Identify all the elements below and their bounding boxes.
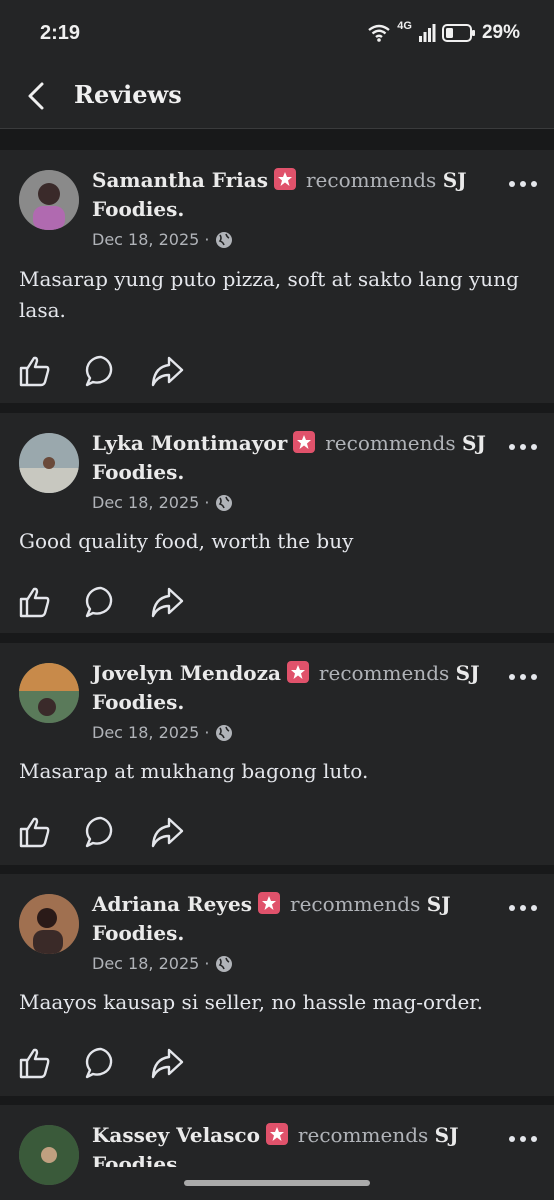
recommend-badge-icon bbox=[286, 661, 309, 683]
more-options-icon[interactable] bbox=[508, 441, 538, 453]
page-name-continued[interactable]: Foodies bbox=[92, 1150, 177, 1167]
globe-icon bbox=[216, 231, 233, 248]
network-type: 4G bbox=[397, 20, 412, 32]
status-time: 2:19 bbox=[40, 22, 81, 44]
review-text: Maayos kausap si seller, no hassle mag-o… bbox=[19, 990, 483, 1014]
reviewer-name[interactable]: Kassey Velasco bbox=[92, 1123, 260, 1147]
page-name-continued[interactable]: Foodies. bbox=[92, 195, 184, 223]
more-options-icon[interactable] bbox=[508, 1133, 538, 1145]
back-arrow-icon[interactable] bbox=[22, 80, 54, 112]
status-icons: 4G 29% bbox=[367, 20, 520, 44]
page-name-continued[interactable]: Foodies. bbox=[92, 458, 184, 486]
share-icon[interactable] bbox=[150, 354, 184, 388]
review-card: Lyka Montimayor recommends SJ Foodies. De… bbox=[0, 413, 554, 633]
avatar[interactable] bbox=[19, 1125, 79, 1185]
review-card: Samantha Frias recommends SJ Foodies. Dec… bbox=[0, 150, 554, 403]
reviewer-name[interactable]: Adriana Reyes bbox=[92, 892, 252, 916]
divider bbox=[0, 129, 554, 150]
like-icon[interactable] bbox=[18, 585, 52, 619]
avatar[interactable] bbox=[19, 433, 79, 493]
app-header: Reviews bbox=[0, 70, 554, 129]
review-date: Dec 18, 2025 · bbox=[92, 493, 210, 512]
globe-icon bbox=[216, 955, 233, 972]
like-icon[interactable] bbox=[18, 815, 52, 849]
share-icon[interactable] bbox=[150, 1046, 184, 1080]
status-bar: 2:19 4G 29% bbox=[0, 0, 554, 70]
recommend-badge-icon bbox=[265, 1123, 288, 1145]
share-icon[interactable] bbox=[150, 585, 184, 619]
avatar-image bbox=[19, 170, 79, 230]
recommends-label: recommends bbox=[318, 661, 450, 685]
globe-icon bbox=[216, 494, 233, 511]
page-name[interactable]: SJ bbox=[435, 1123, 459, 1147]
page-name-continued[interactable]: Foodies. bbox=[92, 919, 184, 947]
avatar-image bbox=[19, 663, 79, 723]
page-name[interactable]: SJ bbox=[456, 661, 480, 685]
avatar[interactable] bbox=[19, 894, 79, 954]
comment-icon[interactable] bbox=[84, 815, 118, 849]
battery-level: 29% bbox=[481, 22, 520, 43]
review-date: Dec 18, 2025 · bbox=[92, 230, 210, 249]
page-name-continued[interactable]: Foodies. bbox=[92, 688, 184, 716]
page-name[interactable]: SJ bbox=[462, 431, 486, 455]
more-options-icon[interactable] bbox=[508, 671, 538, 683]
review-card: Jovelyn Mendoza recommends SJ Foodies. De… bbox=[0, 643, 554, 865]
reviewer-name[interactable]: Samantha Frias bbox=[92, 168, 268, 192]
recommend-badge-icon bbox=[273, 168, 296, 190]
share-icon[interactable] bbox=[150, 815, 184, 849]
recommend-badge-icon bbox=[293, 431, 316, 453]
page-name[interactable]: SJ bbox=[443, 168, 467, 192]
more-options-icon[interactable] bbox=[508, 902, 538, 914]
recommends-label: recommends bbox=[325, 431, 456, 455]
avatar-image bbox=[19, 894, 79, 954]
battery-icon bbox=[441, 24, 475, 42]
reviewer-name[interactable]: Lyka Montimayor bbox=[92, 431, 287, 455]
recommends-label: recommends bbox=[297, 1123, 429, 1147]
like-icon[interactable] bbox=[18, 354, 52, 388]
recommends-label: recommends bbox=[290, 892, 421, 916]
review-date: Dec 18, 2025 · bbox=[92, 723, 210, 742]
comment-icon[interactable] bbox=[84, 1046, 118, 1080]
review-date: Dec 18, 2025 · bbox=[92, 954, 210, 973]
review-card: Adriana Reyes recommends SJ Foodies. Dec … bbox=[0, 874, 554, 1096]
review-text: Masarap yung puto pizza, soft at sakto l… bbox=[19, 267, 519, 322]
comment-icon[interactable] bbox=[84, 354, 118, 388]
avatar-image bbox=[19, 433, 79, 493]
review-text: Good quality food, worth the buy bbox=[19, 529, 354, 553]
wifi-icon bbox=[368, 24, 391, 42]
comment-icon[interactable] bbox=[84, 585, 118, 619]
like-icon[interactable] bbox=[18, 1046, 52, 1080]
reviewer-name[interactable]: Jovelyn Mendoza bbox=[92, 661, 281, 685]
page-title: Reviews bbox=[74, 80, 182, 109]
globe-icon bbox=[216, 724, 233, 741]
recommends-label: recommends bbox=[305, 168, 437, 192]
avatar[interactable] bbox=[19, 170, 79, 230]
recommend-badge-icon bbox=[258, 892, 281, 914]
avatar-image bbox=[19, 1125, 79, 1185]
avatar[interactable] bbox=[19, 663, 79, 723]
home-indicator[interactable] bbox=[184, 1180, 370, 1186]
page-name[interactable]: SJ bbox=[427, 892, 451, 916]
signal-icon bbox=[418, 24, 436, 42]
more-options-icon[interactable] bbox=[508, 178, 538, 190]
review-text: Masarap at mukhang bagong luto. bbox=[19, 759, 369, 783]
